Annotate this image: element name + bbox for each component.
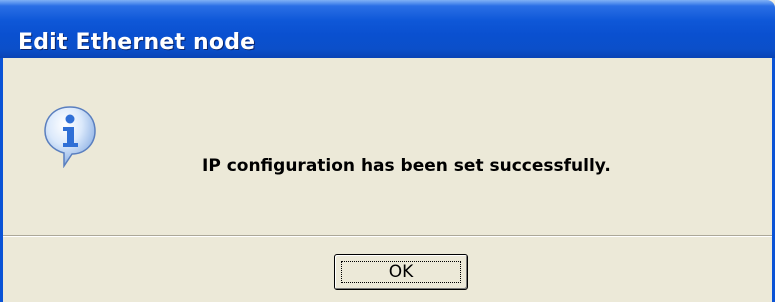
title-bar-highlight — [0, 0, 775, 6]
separator — [3, 235, 772, 237]
message-dialog: Edit Ethernet node IP configuration has … — [0, 0, 775, 302]
info-icon — [42, 104, 98, 169]
title-bar[interactable]: Edit Ethernet node — [0, 0, 775, 58]
dialog-message: IP configuration has been set successful… — [202, 156, 611, 176]
window-title: Edit Ethernet node — [18, 30, 256, 55]
focus-rectangle: OK — [341, 261, 461, 283]
window-frame-left — [0, 58, 3, 302]
ok-button[interactable]: OK — [334, 254, 468, 290]
ok-button-label: OK — [388, 262, 414, 282]
